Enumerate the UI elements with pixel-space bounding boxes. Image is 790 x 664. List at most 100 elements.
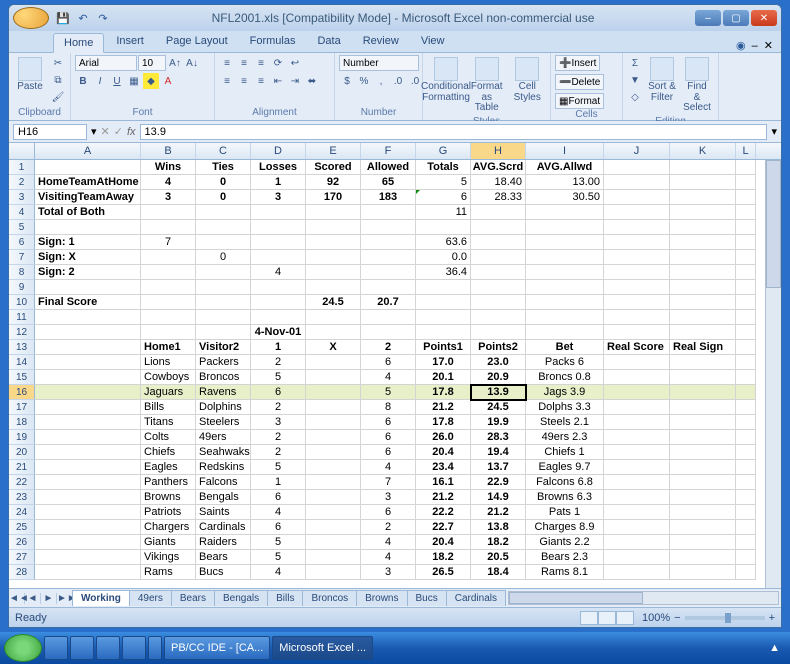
cell-G25[interactable]: 22.7 [416,520,471,535]
cut-icon[interactable]: ✂ [50,55,66,71]
cell-F4[interactable] [361,205,416,220]
col-header-H[interactable]: H [471,143,526,159]
cell-G9[interactable] [416,280,471,295]
insert-cells-button[interactable]: ➕ Insert [555,55,600,71]
name-box[interactable]: H16 [13,124,87,140]
cell-H15[interactable]: 20.9 [471,370,526,385]
cell-A14[interactable] [35,355,141,370]
cell-E4[interactable] [306,205,361,220]
enter-icon[interactable]: ✓ [114,125,123,138]
cell-J9[interactable] [604,280,670,295]
copy-icon[interactable]: ⧉ [50,72,66,88]
cell-C2[interactable]: 0 [196,175,251,190]
cell-E12[interactable] [306,325,361,340]
row-header[interactable]: 26 [9,535,35,550]
system-tray[interactable]: ▲ [769,642,786,654]
cell-E28[interactable] [306,565,361,580]
office-button[interactable] [13,7,49,29]
cell-F21[interactable]: 4 [361,460,416,475]
cell-H9[interactable] [471,280,526,295]
cell-K8[interactable] [670,265,736,280]
help-icon[interactable]: ◉ [736,39,746,52]
cell-F1[interactable]: Allowed [361,160,416,175]
col-header-I[interactable]: I [526,143,604,159]
cell-G10[interactable] [416,295,471,310]
cell-D14[interactable]: 2 [251,355,306,370]
format-cells-button[interactable]: ▦ Format [555,93,604,109]
cell-C15[interactable]: Broncos [196,370,251,385]
italic-button[interactable]: I [92,73,108,89]
cell-C19[interactable]: 49ers [196,430,251,445]
cell-E17[interactable] [306,400,361,415]
start-button[interactable] [4,634,42,662]
row-header[interactable]: 12 [9,325,35,340]
cell-B28[interactable]: Rams [141,565,196,580]
col-header-D[interactable]: D [251,143,306,159]
cell-K15[interactable] [670,370,736,385]
cell-L1[interactable] [736,160,756,175]
sheet-tab-bears[interactable]: Bears [171,590,215,606]
cell-G12[interactable] [416,325,471,340]
row-header[interactable]: 24 [9,505,35,520]
cell-C27[interactable]: Bears [196,550,251,565]
cell-L19[interactable] [736,430,756,445]
cell-B2[interactable]: 4 [141,175,196,190]
cell-B22[interactable]: Panthers [141,475,196,490]
cell-C13[interactable]: Visitor2 [196,340,251,355]
cell-B27[interactable]: Vikings [141,550,196,565]
cell-D20[interactable]: 2 [251,445,306,460]
underline-button[interactable]: U [109,73,125,89]
cell-J5[interactable] [604,220,670,235]
row-header[interactable]: 28 [9,565,35,580]
cell-F2[interactable]: 65 [361,175,416,190]
cell-C14[interactable]: Packers [196,355,251,370]
cell-F6[interactable] [361,235,416,250]
zoom-slider[interactable] [685,616,765,620]
cell-H21[interactable]: 13.7 [471,460,526,475]
cell-B8[interactable] [141,265,196,280]
cell-L3[interactable] [736,190,756,205]
cell-K25[interactable] [670,520,736,535]
cell-A19[interactable] [35,430,141,445]
cell-L14[interactable] [736,355,756,370]
sheet-nav-button[interactable]: ◄◄ [9,593,25,604]
cell-D25[interactable]: 6 [251,520,306,535]
cell-H16[interactable]: 13.9 [471,385,526,400]
cell-A21[interactable] [35,460,141,475]
cell-F10[interactable]: 20.7 [361,295,416,310]
cell-L8[interactable] [736,265,756,280]
row-header[interactable]: 20 [9,445,35,460]
cell-K3[interactable] [670,190,736,205]
cell-E15[interactable] [306,370,361,385]
cell-H10[interactable] [471,295,526,310]
cell-D4[interactable] [251,205,306,220]
cell-B23[interactable]: Browns [141,490,196,505]
cell-J18[interactable] [604,415,670,430]
cell-D2[interactable]: 1 [251,175,306,190]
cell-L10[interactable] [736,295,756,310]
cell-D15[interactable]: 5 [251,370,306,385]
cell-C17[interactable]: Dolphins [196,400,251,415]
cell-B10[interactable] [141,295,196,310]
cell-A23[interactable] [35,490,141,505]
cell-A9[interactable] [35,280,141,295]
row-header[interactable]: 13 [9,340,35,355]
row-header[interactable]: 4 [9,205,35,220]
cell-I4[interactable] [526,205,604,220]
cell-A24[interactable] [35,505,141,520]
cell-E21[interactable] [306,460,361,475]
cell-C1[interactable]: Ties [196,160,251,175]
row-header[interactable]: 25 [9,520,35,535]
taskbar-item[interactable]: PB/CC IDE - [CA... [164,636,270,660]
sheet-tab-working[interactable]: Working [72,590,130,606]
cell-H11[interactable] [471,310,526,325]
autosum-icon[interactable]: Σ [627,55,643,71]
cell-J21[interactable] [604,460,670,475]
cell-J20[interactable] [604,445,670,460]
cell-K18[interactable] [670,415,736,430]
cell-I20[interactable]: Chiefs 1 [526,445,604,460]
cell-K21[interactable] [670,460,736,475]
cell-J15[interactable] [604,370,670,385]
cell-K22[interactable] [670,475,736,490]
cell-F17[interactable]: 8 [361,400,416,415]
